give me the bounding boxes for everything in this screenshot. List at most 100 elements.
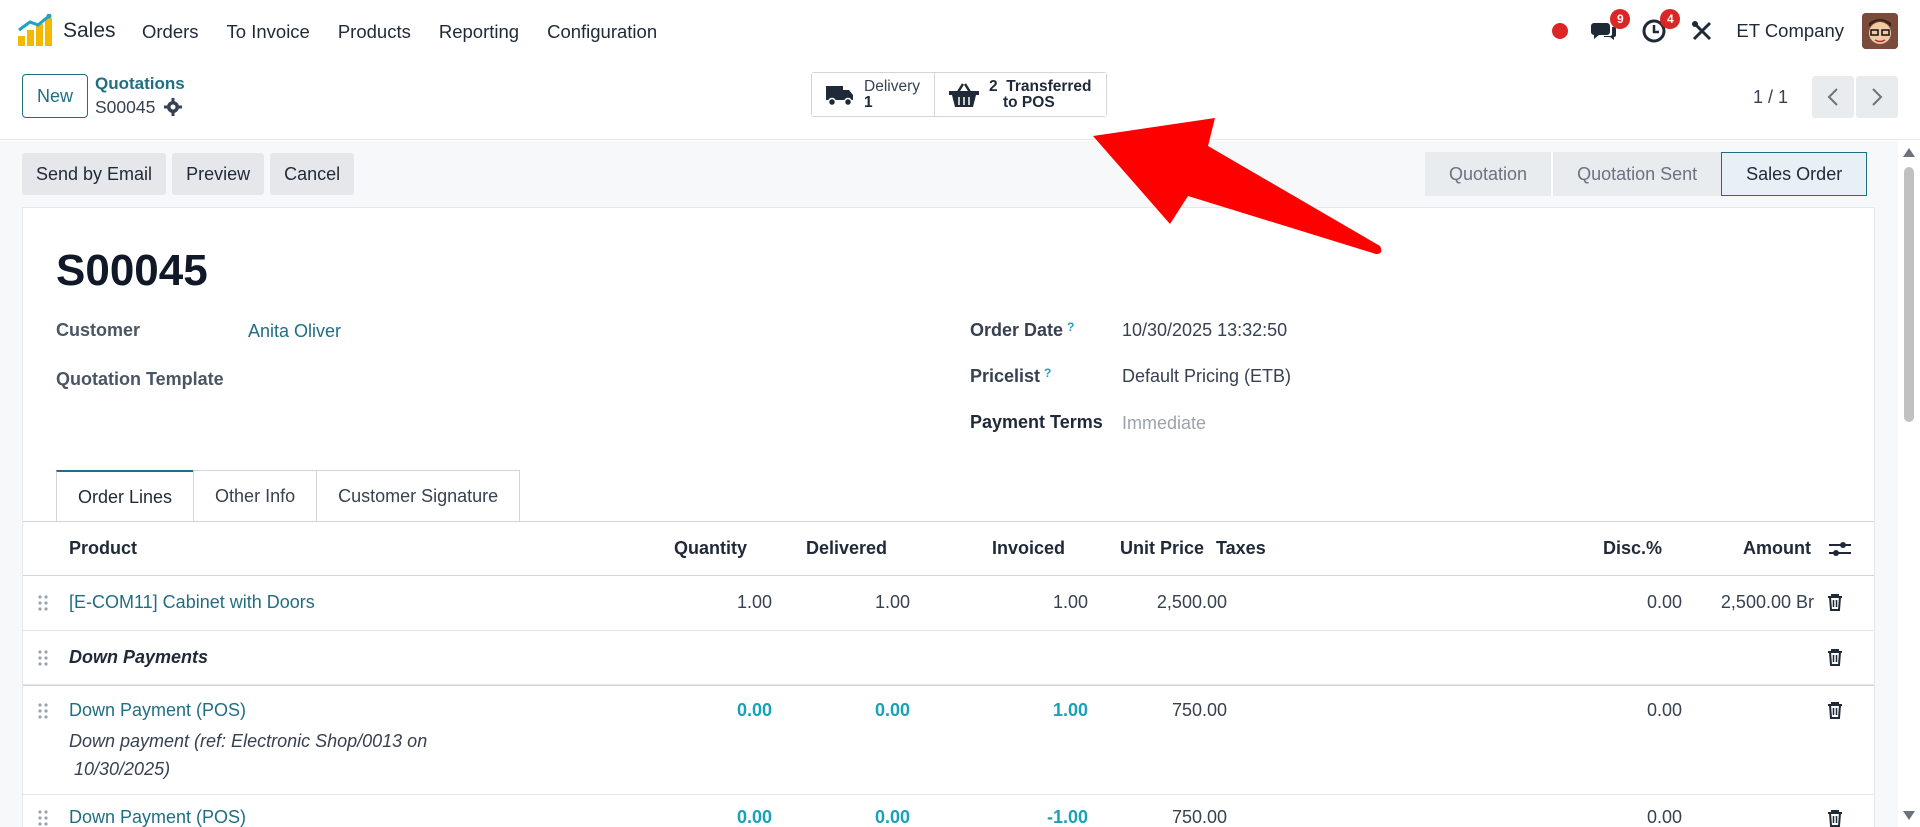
activities-badge: 4 [1660,9,1681,29]
line-invoiced: 1.00 [1052,700,1088,720]
avatar-face-icon [1862,13,1898,49]
gear-icon[interactable] [164,98,182,116]
table-row[interactable]: Down Payment (POS) 0.00 0.00 -1.00 750.0… [23,795,1874,827]
col-delivered[interactable]: Delivered [806,538,887,559]
quotation-template-label: Quotation Template [56,369,224,389]
section-title[interactable]: Down Payments [69,647,208,668]
scroll-up-icon[interactable] [1903,147,1915,157]
line-product[interactable]: Down Payment (POS) [69,807,246,827]
pricelist-field[interactable]: Default Pricing (ETB) [1122,366,1291,387]
line-unit-price[interactable]: 750.00 [1103,700,1227,721]
tab-other-info[interactable]: Other Info [193,470,318,522]
line-quantity[interactable]: 0.00 [623,700,772,721]
menu-reporting[interactable]: Reporting [439,21,519,43]
smart-buttons: Delivery 1 2 Transferred to POS [811,72,1107,117]
stage-quotation[interactable]: Quotation [1425,152,1552,196]
stage-quotation-sent[interactable]: Quotation Sent [1551,152,1722,196]
trash-icon[interactable] [1827,701,1843,719]
line-delivered[interactable]: 0.00 [783,700,910,721]
line-discount[interactable]: 0.00 [1523,807,1682,827]
trash-icon[interactable] [1827,648,1843,666]
delivery-label: Delivery [864,77,920,95]
trash-icon[interactable] [1827,593,1843,611]
col-unit-price[interactable]: Unit Price [1120,538,1204,559]
order-date-help-icon[interactable]: ? [1067,320,1074,334]
menu-products[interactable]: Products [338,21,411,43]
line-unit-price[interactable]: 750.00 [1103,807,1227,827]
chevron-left-icon [1827,88,1838,106]
trash-icon[interactable] [1827,809,1843,827]
line-delivered[interactable]: 1.00 [783,592,910,613]
form-action-buttons: Send by Email Preview Cancel [22,153,355,195]
order-date-label: Order Date? [970,320,1075,340]
pos-transfer-line1: 2 Transferred [988,77,1092,95]
page-scrollbar[interactable] [1900,141,1920,827]
sales-app-icon[interactable] [18,14,52,46]
line-amount: 2,500.00 Br [1720,592,1814,612]
drag-handle-icon[interactable] [37,649,49,667]
drag-handle-icon[interactable] [37,702,49,720]
line-unit-price[interactable]: 2,500.00 [1103,592,1227,613]
line-product[interactable]: Down Payment (POS) [69,700,246,721]
table-row[interactable]: Down Payment (POS) Down payment (ref: El… [23,685,1874,795]
cancel-button[interactable]: Cancel [270,153,355,195]
payment-terms-field[interactable]: Immediate [1122,413,1206,434]
col-product[interactable]: Product [69,538,137,559]
customer-field[interactable]: Anita Oliver [248,321,341,342]
drag-handle-icon[interactable] [37,809,49,827]
order-lines-table: Product Quantity Delivered Invoiced Unit… [23,521,1874,827]
pager-value[interactable]: 1 / 1 [1753,87,1788,108]
line-discount[interactable]: 0.00 [1523,700,1682,721]
activities-button[interactable]: 4 [1640,9,1681,45]
user-avatar[interactable] [1862,13,1898,49]
table-row[interactable]: [E-COM11] Cabinet with Doors 1.00 1.00 1… [23,576,1874,631]
column-settings-icon[interactable] [1829,540,1851,558]
company-switcher[interactable]: ET Company [1736,20,1844,42]
line-invoiced: -1.00 [1046,807,1088,827]
drag-handle-icon[interactable] [37,594,49,612]
col-discount[interactable]: Disc.% [1603,538,1662,559]
line-quantity[interactable]: 0.00 [623,807,772,827]
send-by-email-button[interactable]: Send by Email [22,153,167,195]
menu-orders[interactable]: Orders [142,21,199,43]
messages-badge: 9 [1610,9,1631,29]
order-date-field[interactable]: 10/30/2025 13:32:50 [1122,320,1287,341]
preview-button[interactable]: Preview [172,153,265,195]
messages-button[interactable]: 9 [1590,9,1631,45]
delivery-count: 1 [864,93,873,111]
stage-sales-order[interactable]: Sales Order [1721,152,1868,196]
new-button[interactable]: New [22,74,88,118]
menu-to-invoice[interactable]: To Invoice [227,21,310,43]
line-quantity[interactable]: 1.00 [623,592,772,613]
customer-label: Customer [56,320,141,340]
scroll-down-icon[interactable] [1903,811,1915,821]
delivery-smart-button[interactable]: Delivery 1 [812,73,934,116]
col-taxes[interactable]: Taxes [1216,538,1266,559]
top-navbar: Sales Orders To Invoice Products Reporti… [0,0,1920,62]
app-name[interactable]: Sales [63,19,116,43]
status-bar: Quotation Quotation Sent Sales Order [1425,152,1868,196]
breadcrumb-quotations[interactable]: Quotations [95,74,185,94]
menu-configuration[interactable]: Configuration [547,21,657,43]
tab-order-lines[interactable]: Order Lines [56,470,195,522]
section-row[interactable]: Down Payments [23,631,1874,685]
col-quantity[interactable]: Quantity [674,538,747,559]
main-menu: Orders To Invoice Products Reporting Con… [142,21,685,43]
line-discount[interactable]: 0.00 [1523,592,1682,613]
pager-previous-button[interactable] [1812,76,1854,118]
pager: 1 / 1 [1753,76,1898,118]
pager-next-button[interactable] [1856,76,1898,118]
line-product[interactable]: [E-COM11] Cabinet with Doors [69,592,315,613]
pricelist-label: Pricelist? [970,366,1052,386]
scroll-thumb[interactable] [1904,167,1914,422]
breadcrumb-current: S00045 [95,97,156,117]
truck-icon [826,85,853,106]
tools-icon[interactable] [1690,19,1714,43]
tab-customer-signature[interactable]: Customer Signature [316,470,521,522]
col-amount[interactable]: Amount [1743,538,1811,559]
control-panel: New Quotations S00045 Delivery 1 2 Trans… [0,62,1920,140]
pricelist-help-icon[interactable]: ? [1044,366,1051,380]
recording-dot-icon[interactable] [1552,23,1569,39]
col-invoiced[interactable]: Invoiced [992,538,1065,559]
line-delivered[interactable]: 0.00 [783,807,910,827]
